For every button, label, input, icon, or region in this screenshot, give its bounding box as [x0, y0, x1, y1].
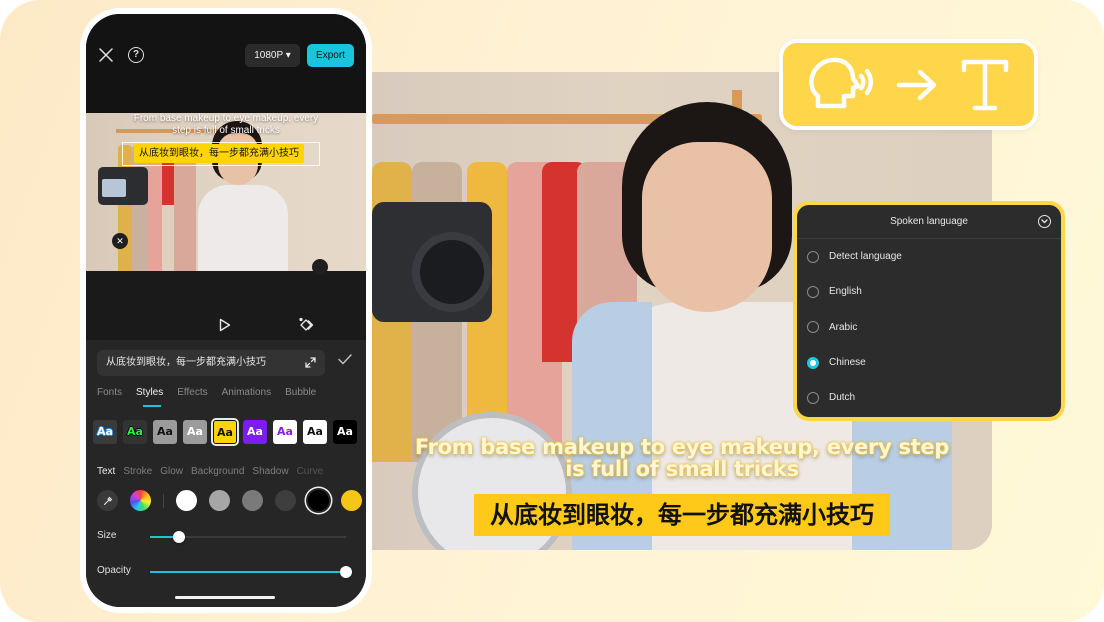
subtab-stroke[interactable]: Stroke: [123, 466, 152, 477]
style-preset-green-outline[interactable]: Aa: [123, 420, 147, 444]
color-swatch-dark-gray[interactable]: [275, 490, 296, 511]
resolution-dropdown[interactable]: 1080P ▾: [245, 44, 300, 67]
radio-button[interactable]: [807, 321, 819, 334]
subtab-background[interactable]: Background: [191, 466, 244, 477]
language-option-label: Chinese: [829, 357, 866, 369]
hero-subtitle-english: From base makeup to eye makeup, every st…: [414, 435, 950, 481]
language-option-chinese[interactable]: Chinese: [797, 345, 1061, 380]
style-preset-white-on-black[interactable]: Aa: [333, 420, 357, 444]
color-wheel-icon[interactable]: [130, 490, 151, 511]
hero-subtitle-chinese: 从底妆到眼妆，每一步都充满小技巧: [474, 494, 890, 536]
language-option-label: Arabic: [829, 321, 858, 333]
export-button[interactable]: Export: [307, 44, 354, 67]
color-swatch-yellow[interactable]: [341, 490, 362, 511]
spoken-language-title: Spoken language: [890, 216, 968, 227]
language-option-arabic[interactable]: Arabic: [797, 310, 1061, 345]
color-swatch-white[interactable]: [176, 490, 197, 511]
style-tabs: Fonts Styles Effects Animations Bubble: [97, 387, 330, 407]
subtitle-text-input[interactable]: 从底妆到眼妆，每一步都充满小技巧: [97, 350, 325, 376]
style-preset-black-on-white[interactable]: Aa: [303, 420, 327, 444]
home-indicator: [175, 596, 275, 599]
tab-bubble[interactable]: Bubble: [285, 387, 316, 398]
opacity-slider-knob[interactable]: [340, 566, 352, 578]
subtab-shadow[interactable]: Shadow: [252, 466, 288, 477]
help-icon[interactable]: ?: [128, 47, 144, 63]
opacity-slider-fill: [150, 571, 346, 573]
style-preset-white-on-purple[interactable]: Aa: [243, 420, 267, 444]
opacity-label: Opacity: [97, 565, 131, 576]
preview-subtitle-english: From base makeup to eye makeup, every st…: [133, 113, 319, 136]
expand-icon[interactable]: [305, 357, 316, 368]
tab-fonts[interactable]: Fonts: [97, 387, 122, 398]
style-presets: Aa Aa Aa Aa Aa Aa Aa Aa Aa: [93, 418, 357, 446]
subtab-text[interactable]: Text: [97, 466, 115, 477]
radio-button[interactable]: [807, 250, 819, 263]
swatch-divider: [163, 493, 164, 508]
text-style-panel: 从底妆到眼妆，每一步都充满小技巧 Fonts Styles Effects An…: [86, 340, 366, 607]
phone-frame: ? 1080P ▾ Export From base makeup to eye…: [80, 8, 372, 613]
phone-screen: ? 1080P ▾ Export From base makeup to eye…: [86, 14, 366, 607]
preview-subtitle-chinese[interactable]: 从底妆到眼妆，每一步都充满小技巧: [134, 144, 304, 163]
radio-button[interactable]: [807, 391, 819, 404]
language-option-label: Detect language: [829, 251, 902, 263]
language-option-english[interactable]: English: [797, 274, 1061, 309]
language-option-dutch[interactable]: Dutch: [797, 380, 1061, 415]
language-options: Detect language English Arabic Chinese D…: [797, 239, 1061, 415]
style-preset-black-on-yellow[interactable]: Aa: [211, 418, 239, 446]
size-slider-knob[interactable]: [173, 531, 186, 543]
tab-effects[interactable]: Effects: [177, 387, 207, 398]
size-slider[interactable]: [150, 531, 346, 543]
delete-subtitle-icon[interactable]: ✕: [112, 233, 128, 249]
text-icon: [961, 59, 1008, 110]
spoken-language-panel: Spoken language Detect language English …: [793, 201, 1065, 421]
arrow-right-icon: [896, 69, 936, 100]
radio-button-selected[interactable]: [807, 356, 819, 369]
speaking-head-icon: [808, 57, 873, 108]
tab-animations[interactable]: Animations: [222, 387, 271, 398]
editor-topbar: ? 1080P ▾ Export: [86, 14, 366, 113]
speech-to-text-badge: [779, 39, 1038, 130]
radio-button[interactable]: [807, 285, 819, 298]
color-swatch-light-gray[interactable]: [209, 490, 230, 511]
language-option-detect[interactable]: Detect language: [797, 239, 1061, 274]
play-icon[interactable]: [219, 318, 231, 332]
style-preset-blue-outline[interactable]: Aa: [93, 420, 117, 444]
tab-styles[interactable]: Styles: [136, 387, 163, 407]
style-preset-black-on-gray[interactable]: Aa: [153, 420, 177, 444]
confirm-check-icon[interactable]: [338, 354, 352, 365]
color-swatch-black[interactable]: [308, 490, 329, 511]
woman-face: [642, 142, 772, 312]
eyedropper-icon[interactable]: [97, 490, 118, 511]
style-preset-white-on-gray[interactable]: Aa: [183, 420, 207, 444]
color-swatch-gray[interactable]: [242, 490, 263, 511]
language-option-label: Dutch: [829, 392, 856, 404]
close-icon[interactable]: [99, 48, 113, 62]
size-label: Size: [97, 530, 117, 541]
language-option-label: English: [829, 286, 862, 298]
color-swatches: [97, 490, 366, 511]
text-property-tabs: Text Stroke Glow Background Shadow Curve: [97, 466, 331, 477]
collapse-chevron-icon[interactable]: [1038, 215, 1051, 228]
rotate-scale-handle-icon[interactable]: [312, 259, 328, 275]
subtab-glow[interactable]: Glow: [160, 466, 183, 477]
subtab-curve[interactable]: Curve: [297, 466, 324, 477]
keyframe-icon[interactable]: [298, 317, 314, 333]
opacity-slider[interactable]: [150, 566, 352, 578]
spoken-language-header: Spoken language: [797, 205, 1061, 239]
style-preset-purple-on-white[interactable]: Aa: [273, 420, 297, 444]
